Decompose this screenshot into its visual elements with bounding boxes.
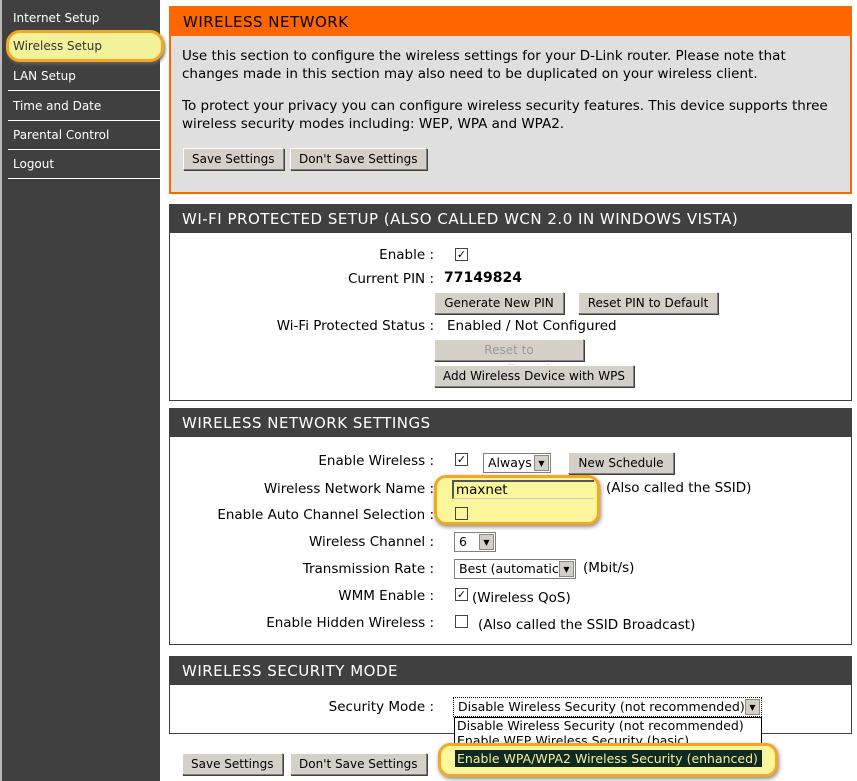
option-disable[interactable]: Disable Wireless Security (not recommend… bbox=[455, 718, 761, 734]
hidden-note: (Also called the SSID Broadcast) bbox=[478, 617, 696, 633]
sidebar: Internet Setup Time and Date LAN Setup P… bbox=[0, 0, 164, 781]
enable-wireless-label: Enable Wireless : bbox=[318, 453, 434, 469]
footer-dont-save-button[interactable]: Don't Save Settings bbox=[290, 753, 427, 775]
add-wps-device-button[interactable]: Add Wireless Device with WPS bbox=[434, 365, 634, 387]
pin-label: Current PIN : bbox=[347, 271, 434, 287]
chevron-down-icon: ▼ bbox=[479, 534, 494, 550]
auto-channel-label: Enable Auto Channel Selection : bbox=[217, 507, 434, 523]
enable-wireless-checkbox[interactable]: ✓ bbox=[455, 453, 468, 466]
option-wpa-selected[interactable]: Enable WPA/WPA2 Wireless Security (enhan… bbox=[455, 750, 762, 767]
dont-save-settings-button[interactable]: Don't Save Settings bbox=[290, 148, 427, 170]
rate-label: Transmission Rate : bbox=[302, 561, 434, 577]
new-schedule-button[interactable]: New Schedule bbox=[568, 452, 674, 474]
schedule-value: Always bbox=[488, 455, 532, 470]
sidebar-item-logout[interactable]: Logout bbox=[8, 151, 160, 179]
sidebar-item-lan-setup[interactable]: LAN Setup bbox=[8, 63, 160, 91]
hidden-wireless-label: Enable Hidden Wireless : bbox=[266, 615, 434, 631]
network-name-label: Wireless Network Name : bbox=[263, 481, 434, 497]
sidebar-item-parental-control[interactable]: Parental Control bbox=[8, 122, 160, 150]
channel-label: Wireless Channel : bbox=[308, 534, 434, 550]
rate-select[interactable]: Best (automatic) ▼ bbox=[454, 559, 576, 579]
reset-pin-button[interactable]: Reset PIN to Default bbox=[578, 292, 718, 314]
chevron-down-icon: ▼ bbox=[534, 455, 549, 471]
rate-value: Best (automatic) bbox=[459, 561, 564, 576]
chevron-down-icon: ▼ bbox=[559, 561, 574, 577]
channel-select[interactable]: 6 ▼ bbox=[454, 532, 496, 552]
privacy-text: To protect your privacy you can configur… bbox=[182, 98, 828, 132]
hidden-wireless-checkbox[interactable] bbox=[455, 615, 468, 628]
wireless-network-panel: WIRELESS NETWORK Use this section to con… bbox=[169, 6, 852, 194]
wmm-label: WMM Enable : bbox=[338, 588, 434, 604]
auto-channel-checkbox[interactable] bbox=[455, 507, 468, 520]
footer-save-button[interactable]: Save Settings bbox=[182, 753, 283, 775]
intro-text: Use this section to configure the wirele… bbox=[182, 48, 786, 82]
wps-status-label: Wi-Fi Protected Status : bbox=[276, 318, 434, 334]
wps-panel: WI-FI PROTECTED SETUP (ALSO CALLED WCN 2… bbox=[169, 204, 852, 401]
panel-title: WI-FI PROTECTED SETUP (ALSO CALLED WCN 2… bbox=[170, 205, 851, 233]
save-settings-button[interactable]: Save Settings bbox=[183, 148, 284, 170]
sidebar-item-time-and-date[interactable]: Time and Date bbox=[8, 93, 160, 121]
ssid-note: (Also called the SSID) bbox=[606, 480, 752, 496]
wireless-settings-panel: WIRELESS NETWORK SETTINGS Enable Wireles… bbox=[169, 408, 852, 645]
network-name-input[interactable]: maxnet bbox=[452, 480, 594, 499]
sidebar-item-internet-setup[interactable]: Internet Setup bbox=[8, 5, 160, 33]
wps-status: Enabled / Not Configured bbox=[447, 318, 617, 334]
panel-title: WIRELESS NETWORK bbox=[171, 8, 850, 36]
wps-enable-checkbox[interactable]: ✓ bbox=[455, 248, 468, 261]
sidebar-item-wireless-setup[interactable]: Wireless Setup bbox=[6, 30, 164, 62]
wmm-checkbox[interactable]: ✓ bbox=[455, 588, 468, 601]
panel-title: WIRELESS SECURITY MODE bbox=[170, 657, 851, 685]
current-pin: 77149824 bbox=[444, 270, 522, 286]
generate-pin-button[interactable]: Generate New PIN bbox=[434, 292, 564, 314]
channel-value: 6 bbox=[459, 534, 467, 549]
schedule-select[interactable]: Always ▼ bbox=[483, 453, 551, 473]
wps-enable-label: Enable : bbox=[379, 247, 434, 263]
security-mode-select[interactable]: Disable Wireless Security (not recommend… bbox=[453, 697, 762, 717]
rate-unit: (Mbit/s) bbox=[583, 560, 635, 576]
reset-unconfigured-button[interactable]: Reset to Unconfigured bbox=[434, 339, 584, 377]
security-mode-value: Disable Wireless Security (not recommend… bbox=[458, 699, 745, 714]
wmm-note: (Wireless QoS) bbox=[472, 590, 571, 606]
security-mode-label: Security Mode : bbox=[328, 699, 434, 715]
panel-title: WIRELESS NETWORK SETTINGS bbox=[170, 409, 851, 437]
chevron-down-icon: ▼ bbox=[745, 699, 760, 715]
